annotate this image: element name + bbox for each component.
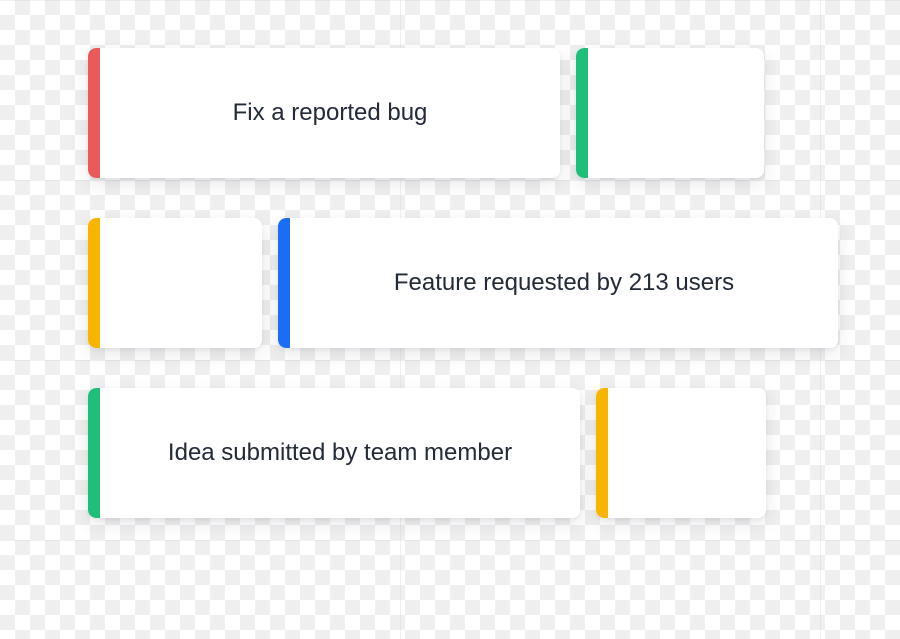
task-card-feature[interactable]: Feature requested by 213 users [278,218,838,348]
card-canvas: Fix a reported bug Feature requested by … [0,0,900,639]
priority-stripe [576,48,588,178]
task-card-bug[interactable]: Fix a reported bug [88,48,560,178]
priority-stripe [88,218,100,348]
priority-stripe [596,388,608,518]
task-card-secondary[interactable] [88,218,262,348]
task-card-secondary[interactable] [596,388,766,518]
priority-stripe [278,218,290,348]
priority-stripe [88,48,100,178]
task-label: Fix a reported bug [100,99,560,127]
task-card-idea[interactable]: Idea submitted by team member [88,388,580,518]
task-label: Feature requested by 213 users [290,269,838,297]
task-label: Idea submitted by team member [100,439,580,467]
priority-stripe [88,388,100,518]
task-card-secondary[interactable] [576,48,764,178]
